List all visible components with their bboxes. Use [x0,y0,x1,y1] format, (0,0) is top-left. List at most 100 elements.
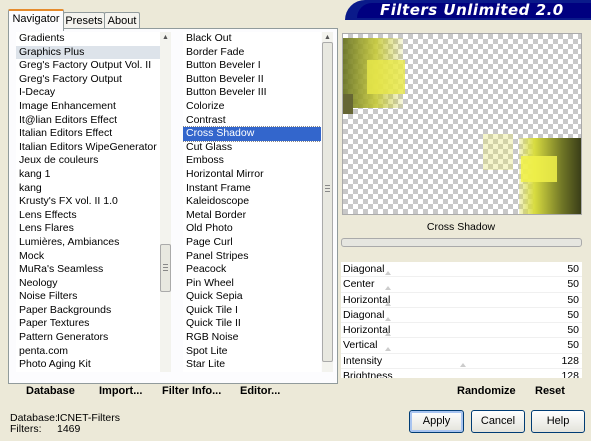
slider-tick-icon[interactable] [385,286,391,291]
filters-count-label: Filters: [10,423,42,435]
list-item[interactable]: Neology [16,277,160,291]
filter-info-button[interactable]: Filter Info... [162,383,221,399]
list-item[interactable]: Gradients [16,32,160,46]
list-item[interactable]: Greg's Factory Output Vol. II [16,59,160,73]
filters-count-value: 1469 [57,423,81,435]
list-item[interactable]: kang [16,182,160,196]
list-item[interactable]: Button Beveler III [183,86,321,100]
list-item[interactable]: Kaleidoscope [183,195,321,209]
randomize-button[interactable]: Randomize [457,383,516,399]
scroll-up-icon[interactable]: ▲ [160,32,171,43]
list-item[interactable]: Jeux de couleurs [16,154,160,168]
slider-tick-icon[interactable] [385,316,391,321]
list-item[interactable]: Lens Flares [16,222,160,236]
list-item[interactable]: Lumières, Ambiances [16,236,160,250]
list-item[interactable]: Mock [16,250,160,264]
parameter-value: 50 [567,278,579,291]
parameter-row[interactable]: Vertical 50 [341,338,582,354]
list-item[interactable]: Lens Effects [16,209,160,223]
list-item[interactable]: Paper Backgrounds [16,304,160,318]
list-item[interactable]: Colorize [183,100,321,114]
list-item[interactable]: Old Photo [183,222,321,236]
slider-tick-icon[interactable] [385,347,391,352]
list-item[interactable]: Quick Tile II [183,317,321,331]
parameter-value: 50 [567,339,579,352]
parameter-sliders[interactable]: Diagonal 50 Center 50 Horizontal 50 Diagonal 50… [341,262,582,378]
slider-tick-icon[interactable] [385,332,391,337]
filter-list[interactable]: Black Out Border Fade Button Beveler I Butt… [183,32,321,372]
parameter-row[interactable]: Diagonal 50 [341,308,582,324]
list-item[interactable]: Contrast [183,114,321,128]
filter-scroll-thumb[interactable] [322,42,333,362]
list-item[interactable]: Image Enhancement [16,100,160,114]
list-item[interactable]: Paper Textures [16,317,160,331]
list-item[interactable]: Italian Editors WipeGenerator [16,141,160,155]
list-item[interactable]: Pin Wheel [183,277,321,291]
category-list[interactable]: Gradients Graphics Plus Greg's Factory Out… [16,32,160,372]
list-item[interactable]: Krusty's FX vol. II 1.0 [16,195,160,209]
list-item[interactable]: It@lian Editors Effect [16,114,160,128]
list-item[interactable]: Cross Shadow [183,126,321,142]
list-item[interactable]: Metal Border [183,209,321,223]
list-item[interactable]: Emboss [183,154,321,168]
progress-bar [341,238,582,247]
preview-filter-name: Cross Shadow [426,221,496,233]
parameter-label: Brightness [343,370,393,378]
category-scrollbar[interactable]: ▲ [160,32,171,372]
list-item[interactable]: Graphics Plus [16,45,160,60]
parameter-label: Intensity [343,354,383,367]
parameter-row[interactable]: Horizontal 50 [341,323,582,339]
list-item[interactable]: MuRa's Seamless [16,263,160,277]
filter-preview[interactable] [342,33,582,215]
parameter-row[interactable]: Brightness 128 [341,369,582,378]
database-button[interactable]: Database [26,383,75,399]
editor-button[interactable]: Editor... [240,383,280,399]
slider-tick-icon[interactable] [385,271,391,275]
parameter-label: Horizontal [343,293,391,306]
parameter-row[interactable]: Center 50 [341,277,582,293]
list-item[interactable]: RGB Noise [183,331,321,345]
list-item[interactable]: Greg's Factory Output [16,73,160,87]
list-item[interactable]: penta.com [16,345,160,359]
list-item[interactable]: Noise Filters [16,290,160,304]
list-item[interactable]: Italian Editors Effect [16,127,160,141]
parameter-row[interactable]: Intensity 128 [341,354,582,370]
list-item[interactable]: Star Lite [183,358,321,372]
list-item[interactable]: Black Out [183,32,321,46]
tab-navigator[interactable]: Navigator [8,9,64,31]
list-item[interactable]: Spot Lite [183,345,321,359]
parameter-value: 50 [567,293,579,306]
parameter-value: 128 [561,370,579,378]
filter-scrollbar[interactable]: ▲ [322,32,333,372]
apply-button[interactable]: Apply [409,410,464,433]
list-item[interactable]: Button Beveler I [183,59,321,73]
list-item[interactable]: Peacock [183,263,321,277]
list-item[interactable]: kang 1 [16,168,160,182]
help-button[interactable]: Help [531,410,585,433]
list-item[interactable]: I-Decay [16,86,160,100]
list-item[interactable]: Button Beveler II [183,73,321,87]
list-item[interactable]: Quick Tile I [183,304,321,318]
list-item[interactable]: Page Curl [183,236,321,250]
list-item[interactable]: Horizontal Mirror [183,168,321,182]
list-item[interactable]: Cut Glass [183,141,321,155]
cancel-button[interactable]: Cancel [471,410,525,433]
slider-tick-icon[interactable] [460,362,466,367]
slider-tick-icon[interactable] [385,301,391,306]
parameter-value: 50 [567,308,579,321]
list-item[interactable]: Instant Frame [183,182,321,196]
import-button[interactable]: Import... [99,383,142,399]
list-item[interactable]: Border Fade [183,46,321,60]
parameter-label: Center [343,278,375,291]
list-item[interactable]: Photo Aging Kit [16,358,160,372]
app-title: Filters Unlimited 2.0 [380,1,564,19]
list-item[interactable]: Panel Stripes [183,250,321,264]
tab-about[interactable]: About [104,12,140,29]
parameter-row[interactable]: Horizontal 50 [341,293,582,308]
list-item[interactable]: Pattern Generators [16,331,160,345]
tab-presets[interactable]: Presets [63,12,105,29]
list-item[interactable]: Quick Sepia [183,290,321,304]
parameter-row[interactable]: Diagonal 50 [341,262,582,278]
category-scroll-thumb[interactable] [160,244,171,292]
reset-button[interactable]: Reset [535,383,565,399]
